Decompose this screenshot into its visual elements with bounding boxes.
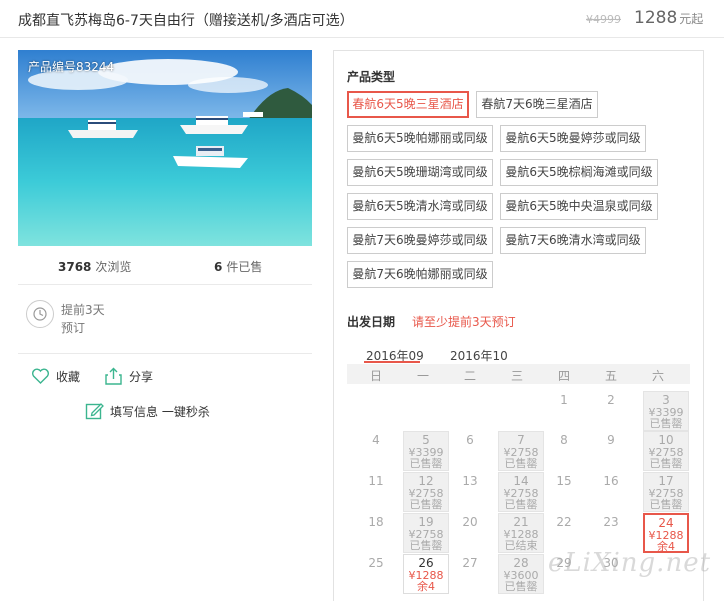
product-id-label: 产品编号83244: [28, 60, 115, 74]
calendar-day: 1: [560, 393, 568, 407]
calendar-day: 25: [368, 556, 384, 570]
departure-date-label: 出发日期: [347, 315, 396, 329]
tab-month-2016-10[interactable]: 2016年10: [450, 347, 508, 364]
views-count: 3768: [58, 260, 92, 274]
title-bar: 成都直飞苏梅岛6-7天自由行（赠接送机/多酒店可选） ¥4999 1288 元起: [0, 0, 724, 38]
price-value: 1288: [634, 8, 678, 28]
share-label: 分享: [129, 369, 154, 384]
day-status: 已售罄: [649, 498, 683, 511]
product-type-option[interactable]: 曼航6天5晚清水湾或同级: [347, 193, 493, 220]
product-type-option[interactable]: 春航6天5晚三星酒店: [347, 91, 469, 118]
product-type-option[interactable]: 曼航7天6晚曼婷莎或同级: [347, 227, 493, 254]
quick-buy-label: 填写信息 一键秒杀: [110, 404, 210, 419]
sold-count: 6: [214, 260, 223, 274]
product-type-label: 产品类型: [347, 70, 396, 84]
calendar-day: 16: [603, 474, 619, 488]
weekday-label: 六: [651, 369, 664, 383]
calendar-day-cell[interactable]: 7 ¥2758 已售罄: [498, 431, 544, 471]
calendar-day: 8: [560, 433, 568, 447]
day-status: 已售罄: [504, 498, 538, 511]
calendar-day: 23: [603, 515, 619, 529]
calendar-day-cell[interactable]: 26 ¥1288 余4: [403, 554, 449, 594]
calendar-day: 6: [466, 433, 474, 447]
day-status: 已售罄: [504, 457, 538, 470]
calendar-day: 9: [607, 433, 615, 447]
calendar-day-cell[interactable]: 24 ¥1288 余4: [643, 513, 689, 553]
product-type-option[interactable]: 曼航7天6晚清水湾或同级: [500, 227, 646, 254]
advance-line1: 提前3天: [61, 303, 105, 317]
weekday-label: 三: [510, 369, 523, 383]
sold-stat: 6 件已售: [214, 258, 262, 275]
calendar-day: 2: [607, 393, 615, 407]
sold-label: 件已售: [226, 260, 263, 274]
calendar-day-cell[interactable]: 28 ¥3600 已售罄: [498, 554, 544, 594]
sea-boats-image: [18, 50, 312, 246]
product-type-option[interactable]: 曼航7天6晚帕娜丽或同级: [347, 261, 493, 288]
day-status: 已售罄: [409, 539, 443, 552]
favorite-label: 收藏: [56, 369, 81, 384]
calendar-day: 4: [372, 433, 380, 447]
day-status: 已结束: [504, 539, 538, 552]
product-type-option[interactable]: 曼航6天5晚帕娜丽或同级: [347, 125, 493, 152]
calendar-day-cell[interactable]: 19 ¥2758 已售罄: [403, 513, 449, 553]
current-price: 1288 元起: [634, 8, 703, 28]
day-status: 已售罄: [649, 417, 683, 430]
calendar-day-cell[interactable]: 14 ¥2758 已售罄: [498, 472, 544, 512]
calendar-day-cell[interactable]: 10 ¥2758 已售罄: [643, 431, 689, 471]
calendar-day: 22: [556, 515, 572, 529]
weekday-label: 日: [369, 369, 382, 383]
product-type-option[interactable]: 曼航6天5晚曼婷莎或同级: [500, 125, 646, 152]
quick-buy-button[interactable]: 填写信息 一键秒杀: [85, 402, 210, 420]
share-icon: [105, 367, 122, 385]
day-status: 已售罄: [409, 498, 443, 511]
calendar-day-cell[interactable]: 5 ¥3399 已售罄: [403, 431, 449, 471]
calendar-day: 11: [368, 474, 384, 488]
calendar-day-cell[interactable]: 3 ¥3399 已售罄: [643, 391, 689, 431]
booking-notice: 请至少提前3天预订: [412, 315, 516, 329]
product-type-option[interactable]: 曼航6天5晚中央温泉或同级: [500, 193, 658, 220]
favorite-button[interactable]: 收藏: [31, 367, 80, 385]
weekday-label: 五: [604, 369, 617, 383]
weekday-label: 二: [463, 369, 476, 383]
calendar-day-cell[interactable]: 17 ¥2758 已售罄: [643, 472, 689, 512]
original-price: ¥4999: [586, 13, 621, 26]
heart-icon: [32, 368, 49, 384]
views-label: 次浏览: [95, 260, 132, 274]
day-status: 已售罄: [409, 457, 443, 470]
calendar-day: 27: [462, 556, 478, 570]
calendar-day: 13: [462, 474, 478, 488]
calendar-day: 18: [368, 515, 384, 529]
day-status: 已售罄: [649, 457, 683, 470]
watermark: eLiXing.net: [548, 548, 712, 578]
active-month-indicator: [364, 361, 420, 363]
weekday-label: 一: [416, 369, 429, 383]
day-status: 余4: [417, 580, 435, 593]
weekday-label: 四: [557, 369, 570, 383]
product-title: 成都直飞苏梅岛6-7天自由行（赠接送机/多酒店可选）: [18, 13, 354, 29]
divider: [18, 284, 312, 285]
share-button[interactable]: 分享: [104, 367, 153, 385]
edit-icon: [85, 403, 104, 420]
calendar-day-cell[interactable]: 21 ¥1288 已结束: [498, 513, 544, 553]
day-status: 已售罄: [504, 580, 538, 593]
product-type-option[interactable]: 曼航6天5晚棕榈海滩或同级: [500, 159, 658, 186]
calendar-day: 20: [462, 515, 478, 529]
clock-icon: [26, 300, 54, 328]
product-type-option[interactable]: 曼航6天5晚珊瑚湾或同级: [347, 159, 493, 186]
calendar-day-cell[interactable]: 12 ¥2758 已售罄: [403, 472, 449, 512]
views-stat: 3768 次浏览: [58, 258, 131, 275]
product-type-option[interactable]: 春航7天6晚三星酒店: [476, 91, 598, 118]
advance-line2: 预订: [61, 321, 86, 335]
price-unit: 元起: [679, 12, 704, 26]
calendar-day: 15: [556, 474, 572, 488]
advance-booking-info: 提前3天 预订: [61, 301, 105, 337]
product-photo[interactable]: 产品编号83244: [18, 50, 312, 246]
divider: [18, 353, 312, 354]
